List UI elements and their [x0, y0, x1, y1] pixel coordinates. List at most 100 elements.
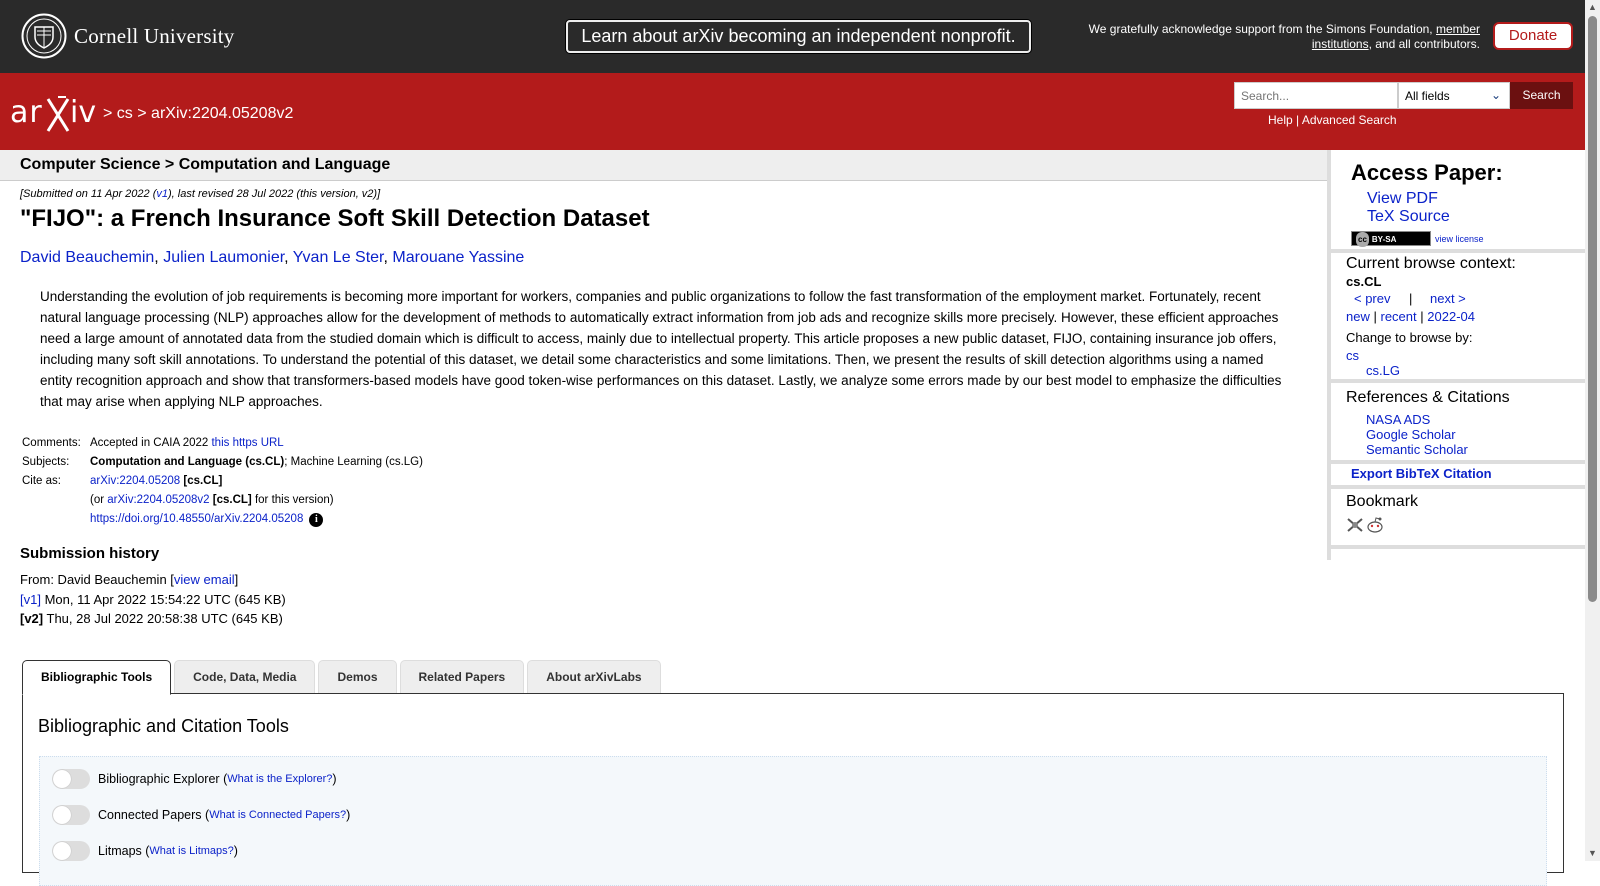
breadcrumb-paper-id: arXiv:2204.05208v2	[151, 105, 294, 122]
sidebar: Access Paper: View PDF TeX Source cc BY-S…	[1327, 150, 1589, 560]
tab-demos[interactable]: Demos	[318, 660, 397, 693]
export-bibtex-link[interactable]: Export BibTeX Citation	[1351, 466, 1492, 481]
bibsonomy-icon[interactable]	[1346, 517, 1364, 533]
author-link[interactable]: Yvan Le Ster	[293, 249, 384, 266]
cite-id-link[interactable]: arXiv:2204.05208	[90, 475, 180, 487]
tool-label: Connected Papers	[98, 808, 202, 822]
references-heading: References & Citations	[1346, 389, 1510, 406]
cornell-name: Cornell University	[74, 23, 235, 48]
donate-button[interactable]: Donate	[1493, 22, 1573, 50]
announcement-banner[interactable]: Learn about arXiv becoming an independen…	[566, 20, 1031, 53]
next-link[interactable]: next >	[1430, 291, 1466, 306]
tool-help-link[interactable]: What is Connected Papers?	[209, 809, 346, 821]
new-link[interactable]: new	[1346, 309, 1370, 324]
cite-row: Cite as: arXiv:2204.05208 [cs.CL]	[20, 472, 425, 491]
v1-link[interactable]: v1	[156, 188, 168, 200]
tool-row: Litmaps (What is Litmaps?)	[52, 841, 238, 861]
cite-version-link[interactable]: arXiv:2204.05208v2	[107, 494, 209, 506]
prev-link[interactable]: < prev	[1354, 291, 1391, 306]
search-links: Help | Advanced Search	[1268, 113, 1397, 127]
tool-label: Bibliographic Explorer	[98, 772, 220, 786]
tools-box: Bibliographic Explorer (What is the Expl…	[39, 756, 1547, 886]
abstract: Understanding the evolution of job requi…	[40, 289, 1282, 409]
author-link[interactable]: Julien Laumonier	[163, 249, 284, 266]
breadcrumb-sep: >	[137, 105, 147, 122]
subject-header: Computer Science > Computation and Langu…	[0, 150, 1327, 181]
litmaps-toggle[interactable]	[52, 841, 90, 861]
tab-about-arxivlabs[interactable]: About arXivLabs	[527, 660, 661, 693]
browse-cslg-link[interactable]: cs.LG	[1366, 363, 1400, 378]
comments-url-link[interactable]: this https URL	[211, 437, 283, 449]
connected-papers-toggle[interactable]	[52, 805, 90, 825]
labs-tabs: Bibliographic Tools Code, Data, Media De…	[22, 660, 664, 695]
browse-cs-link[interactable]: cs	[1346, 348, 1359, 363]
author-link[interactable]: Marouane Yassine	[392, 249, 524, 266]
dateline-suffix: ), last revised 28 Jul 2022 (this versio…	[168, 188, 381, 200]
nasa-ads-link[interactable]: NASA ADS	[1366, 412, 1430, 427]
ack-suffix: , and all contributors.	[1368, 37, 1480, 51]
semantic-scholar-link[interactable]: Semantic Scholar	[1366, 442, 1468, 457]
browse-separator: |	[1409, 291, 1413, 306]
search-field-value: All fields	[1405, 89, 1450, 103]
access-heading: Access Paper:	[1351, 160, 1503, 185]
v1-version-link[interactable]: [v1]	[20, 592, 41, 607]
cite-version-suffix: for this version)	[254, 494, 334, 506]
submission-history-heading: Submission history	[20, 545, 160, 562]
info-icon[interactable]: i	[309, 513, 324, 527]
advanced-search-link[interactable]: Advanced Search	[1302, 113, 1397, 127]
comments-row: Comments: Accepted in CAIA 2022 this htt…	[20, 434, 425, 453]
submission-dateline: [Submitted on 11 Apr 2022 (v1), last rev…	[20, 188, 380, 200]
access-section: Access Paper: View PDF TeX Source cc BY-S…	[1331, 150, 1589, 253]
tool-row: Bibliographic Explorer (What is the Expl…	[52, 769, 337, 789]
doi-link[interactable]: https://doi.org/10.48550/arXiv.2204.0520…	[90, 513, 303, 525]
bookmark-section: Bookmark	[1331, 489, 1589, 549]
tool-help-link[interactable]: What is Litmaps?	[149, 845, 233, 857]
browse-section: Current browse context: cs.CL < prev | n…	[1331, 253, 1589, 383]
scroll-down-icon[interactable]: ▼	[1585, 846, 1600, 861]
explorer-toggle[interactable]	[52, 769, 90, 789]
search-input[interactable]	[1234, 82, 1398, 109]
tab-code-data-media[interactable]: Code, Data, Media	[174, 660, 316, 693]
license: cc BY-SA view license	[1351, 231, 1484, 247]
tex-source-link[interactable]: TeX Source	[1367, 208, 1450, 226]
search-button[interactable]: Search	[1510, 82, 1573, 109]
view-email-link[interactable]: view email	[174, 572, 235, 587]
recent-link[interactable]: recent	[1381, 309, 1417, 324]
author-list: David Beauchemin, Julien Laumonier, Yvan…	[20, 249, 525, 266]
month-link[interactable]: 2022-04	[1427, 309, 1475, 324]
empty-cell	[20, 510, 88, 529]
author-link[interactable]: David Beauchemin	[20, 249, 154, 266]
scroll-up-icon[interactable]: ▲	[1585, 0, 1600, 15]
secondary-subjects: ; Machine Learning (cs.LG)	[284, 456, 423, 468]
arxiv-logo-icon[interactable]: ar iv	[10, 93, 100, 133]
doi-value: https://doi.org/10.48550/arXiv.2204.0520…	[88, 510, 425, 529]
breadcrumb-cs-link[interactable]: cs	[117, 105, 133, 122]
tab-bibliographic-tools[interactable]: Bibliographic Tools	[22, 660, 172, 695]
page-scrollbar[interactable]: ▲ ▼	[1585, 0, 1600, 861]
history-from: From: David Beauchemin [view email]	[20, 572, 239, 587]
cite-version-row: (or arXiv:2204.05208v2 [cs.CL] for this …	[20, 491, 425, 510]
v2-date: Thu, 28 Jul 2022 20:58:38 UTC (645 KB)	[46, 611, 283, 626]
tool-label: Litmaps	[98, 844, 142, 858]
view-license-link[interactable]: view license	[1435, 234, 1484, 244]
scrollbar-thumb[interactable]	[1588, 16, 1597, 602]
view-pdf-link[interactable]: View PDF	[1367, 190, 1438, 208]
empty-cell	[20, 491, 88, 510]
tool-help-link[interactable]: What is the Explorer?	[227, 773, 332, 785]
comments-label: Comments:	[22, 437, 81, 449]
license-type: BY-SA	[1371, 235, 1397, 244]
google-scholar-link[interactable]: Google Scholar	[1366, 427, 1456, 442]
reddit-icon[interactable]	[1366, 517, 1384, 533]
subjects-row: Subjects: Computation and Language (cs.C…	[20, 453, 425, 472]
arxiv-header: ar iv > cs > arXiv:2204.05208v2 All fiel…	[0, 73, 1585, 150]
history-v1: [v1] Mon, 11 Apr 2022 15:54:22 UTC (645 …	[20, 590, 286, 610]
cc-license-badge[interactable]: cc BY-SA	[1351, 231, 1431, 247]
search-field-select[interactable]: All fields ⌄	[1398, 82, 1510, 109]
cc-logo-icon: cc	[1356, 232, 1369, 247]
tab-related-papers[interactable]: Related Papers	[399, 660, 525, 693]
cornell-logo[interactable]: Cornell University	[21, 13, 235, 59]
tool-row: Connected Papers (What is Connected Pape…	[52, 805, 350, 825]
help-link[interactable]: Help	[1268, 113, 1293, 127]
comments-text: Accepted in CAIA 2022	[90, 437, 209, 449]
breadcrumb: > cs > arXiv:2204.05208v2	[103, 105, 293, 123]
